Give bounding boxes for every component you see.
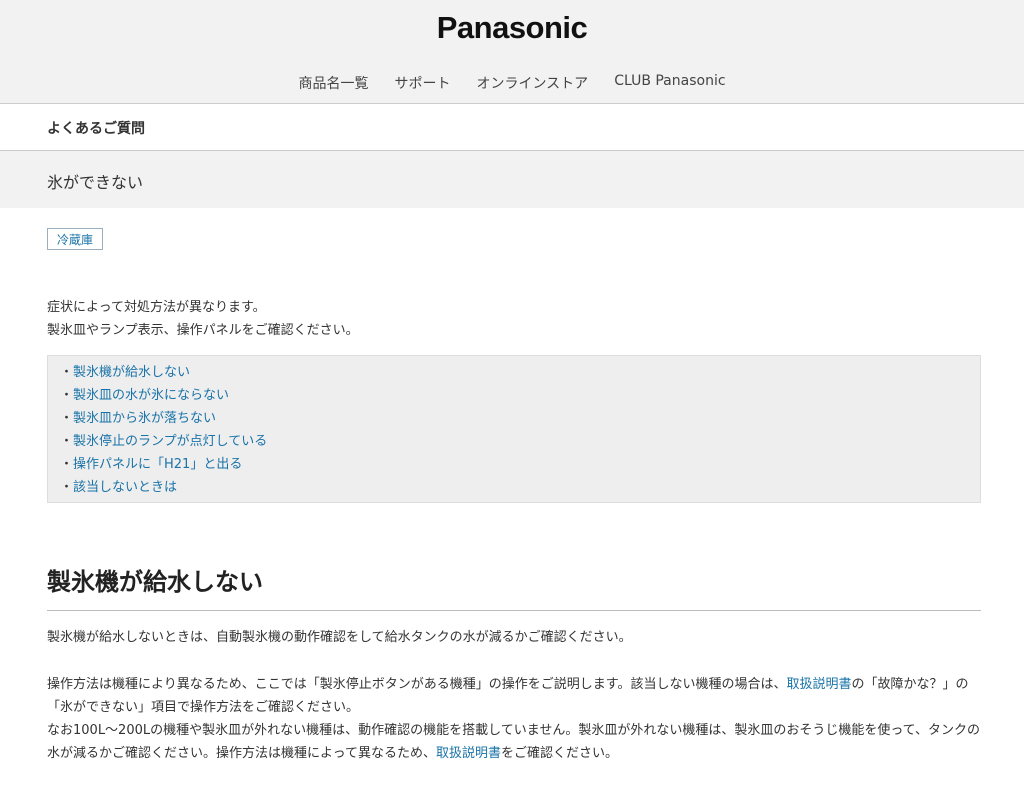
para-text: 操作方法は機種により異なるため、ここでは「製氷停止ボタンがある機種」の操作をご説…	[47, 677, 787, 692]
toc-link-water-not-freezing[interactable]: 製氷皿の水が氷にならない	[73, 388, 229, 403]
nav-item-support[interactable]: サポート	[394, 73, 450, 93]
page-title: 氷ができない	[47, 173, 144, 192]
nav-item-products[interactable]: 商品名一覧	[298, 73, 368, 93]
bullet: ・	[60, 457, 74, 472]
breadcrumb[interactable]: よくあるご質問	[47, 118, 145, 138]
toc-box: ・製氷機が給水しない ・製氷皿の水が氷にならない ・製氷皿から氷が落ちない ・製…	[47, 355, 981, 503]
intro-line: 症状によって対処方法が異なります。	[47, 300, 266, 315]
toc-link-ice-not-dropping[interactable]: 製氷皿から氷が落ちない	[73, 411, 216, 426]
toc-link-none-applicable[interactable]: 該当しないときは	[73, 480, 177, 495]
toc-item: ・製氷皿の水が氷にならない	[60, 384, 980, 407]
nav-item-club-panasonic[interactable]: CLUB Panasonic	[614, 73, 725, 93]
toc-item: ・製氷機が給水しない	[60, 361, 980, 384]
toc-item: ・製氷停止のランプが点灯している	[60, 430, 980, 453]
section-heading: 製氷機が給水しない	[47, 568, 263, 596]
toc-link-ice-stop-lamp[interactable]: 製氷停止のランプが点灯している	[73, 434, 267, 449]
manual-link[interactable]: 取扱説明書	[436, 746, 501, 761]
category-tag[interactable]: 冷蔵庫	[47, 228, 104, 250]
bullet: ・	[60, 480, 74, 495]
para-text: をご確認ください。	[500, 746, 618, 761]
bullet: ・	[60, 411, 74, 426]
panasonic-logo[interactable]: Panasonic	[0, 10, 1024, 46]
intro-text: 症状によって対処方法が異なります。 製氷皿やランプ表示、操作パネルをご確認くださ…	[47, 296, 359, 342]
toc-link-no-water-supply[interactable]: 製氷機が給水しない	[73, 365, 190, 380]
section-divider	[47, 610, 981, 611]
breadcrumb-bar: よくあるご質問	[0, 104, 1024, 151]
section-paragraph: 操作方法は機種により異なるため、ここでは「製氷停止ボタンがある機種」の操作をご説…	[47, 673, 983, 765]
bullet: ・	[60, 434, 74, 449]
bullet: ・	[60, 388, 74, 403]
bullet: ・	[60, 365, 74, 380]
nav-item-online-store[interactable]: オンラインストア	[476, 73, 588, 93]
intro-line: 製氷皿やランプ表示、操作パネルをご確認ください。	[47, 323, 359, 338]
toc-item: ・操作パネルに「H21」と出る	[60, 453, 980, 476]
section-paragraph: 製氷機が給水しないときは、自動製氷機の動作確認をして給水タンクの水が減るかご確認…	[47, 630, 632, 645]
site-header: Panasonic 商品名一覧 サポート オンラインストア CLUB Panas…	[0, 0, 1024, 104]
global-nav: 商品名一覧 サポート オンラインストア CLUB Panasonic	[0, 73, 1024, 93]
toc-link-h21-error[interactable]: 操作パネルに「H21」と出る	[73, 457, 242, 472]
manual-link[interactable]: 取扱説明書	[786, 677, 851, 692]
toc-item: ・該当しないときは	[60, 476, 980, 499]
title-bar: 氷ができない	[0, 151, 1024, 208]
toc-item: ・製氷皿から氷が落ちない	[60, 407, 980, 430]
